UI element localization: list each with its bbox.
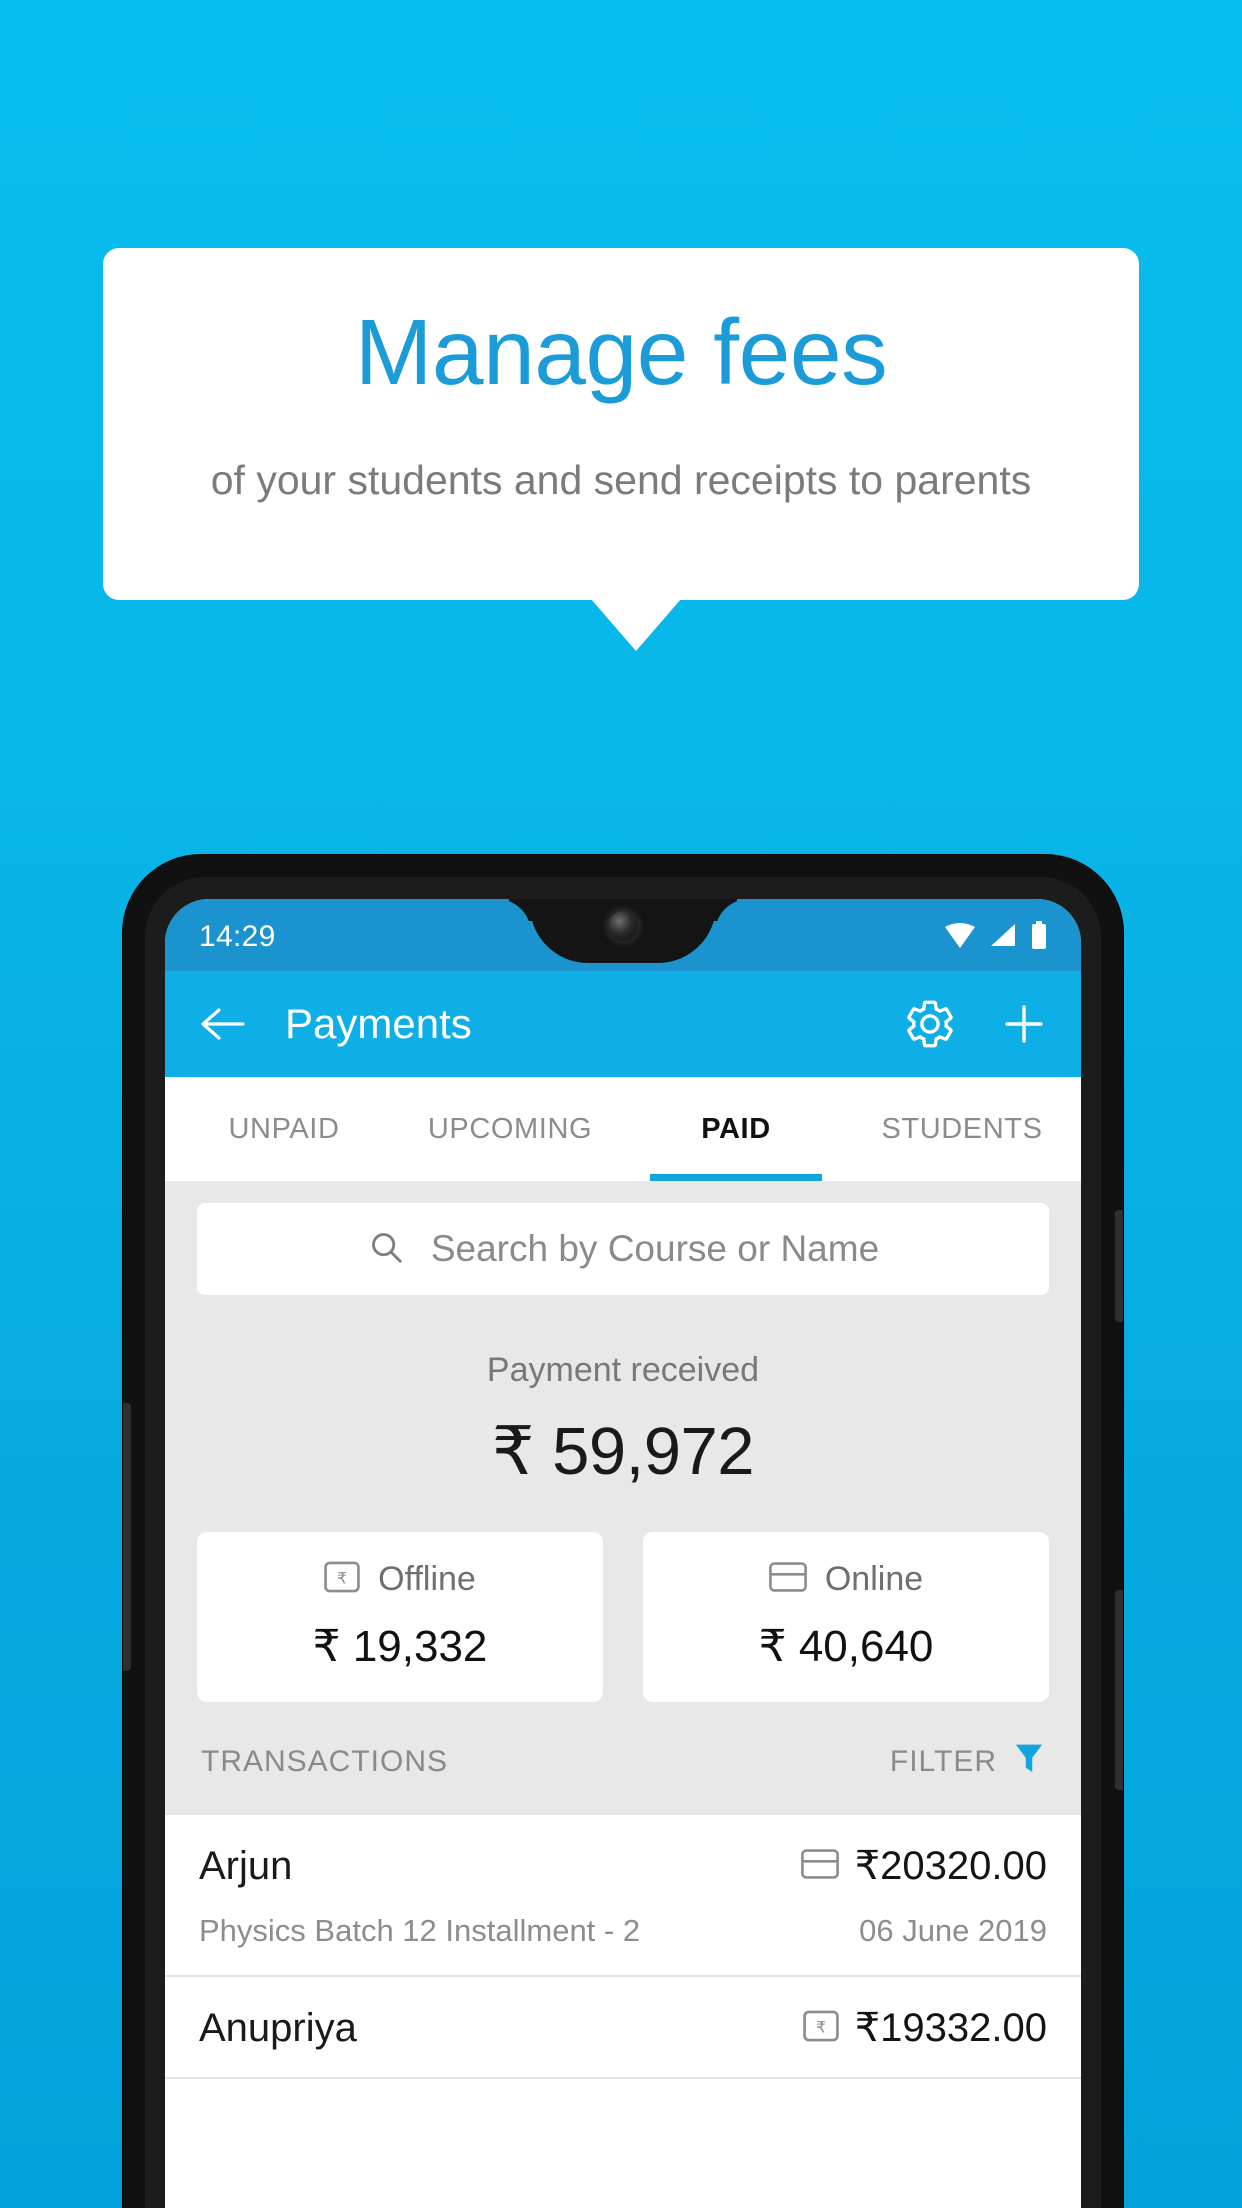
transaction-description: Physics Batch 12 Installment - 2 — [199, 1913, 641, 1948]
phone-mockup: 14:29 Payments UNPAID UPCOMING PAID STUD… — [123, 855, 1123, 2208]
breakdown-cards: ₹ Offline ₹ 19,332 Online ₹ 40,640 — [165, 1496, 1081, 1702]
phone-volume-button[interactable] — [1115, 1590, 1123, 1790]
summary-label: Payment received — [486, 1351, 760, 1389]
transaction-amount-group: ₹20320.00 — [800, 1843, 1047, 1889]
transactions-list: Arjun ₹20320.00 Physics Batch 12 Install… — [165, 1815, 1081, 2079]
transaction-primary-row: Arjun ₹20320.00 — [199, 1843, 1047, 1889]
filter-button[interactable]: FILTER — [890, 1742, 1045, 1781]
status-icons — [945, 920, 1047, 954]
offline-card[interactable]: ₹ Offline ₹ 19,332 — [197, 1532, 603, 1702]
back-button[interactable] — [199, 1006, 245, 1042]
wifi-icon — [945, 922, 975, 953]
content-area: Search by Course or Name Payment receive… — [165, 1181, 1081, 2079]
front-camera-icon — [608, 911, 638, 941]
search-input[interactable]: Search by Course or Name — [197, 1203, 1049, 1295]
svg-text:₹: ₹ — [337, 1570, 347, 1588]
tab-unpaid[interactable]: UNPAID — [171, 1077, 397, 1181]
filter-label: FILTER — [889, 1744, 997, 1778]
transaction-name: Anupriya — [199, 2005, 357, 2050]
table-row[interactable]: Arjun ₹20320.00 Physics Batch 12 Install… — [165, 1815, 1081, 1977]
tab-upcoming[interactable]: UPCOMING — [397, 1077, 623, 1181]
tab-students[interactable]: STUDENTS — [849, 1077, 1075, 1181]
transaction-amount: ₹19332.00 — [854, 2006, 1047, 2050]
promo-bubble: Manage fees of your students and send re… — [103, 248, 1139, 600]
transactions-title: TRANSACTIONS — [201, 1744, 449, 1778]
phone-assistant-button[interactable] — [123, 1403, 131, 1671]
transaction-amount-group: ₹ ₹19332.00 — [802, 2005, 1047, 2051]
phone-screen: 14:29 Payments UNPAID UPCOMING PAID STUD… — [165, 899, 1081, 2208]
tab-bar: UNPAID UPCOMING PAID STUDENTS — [165, 1077, 1081, 1181]
promo-subtitle: of your students and send receipts to pa… — [210, 457, 1032, 503]
search-section: Search by Course or Name — [165, 1181, 1081, 1323]
app-bar: Payments — [165, 971, 1081, 1077]
status-time: 14:29 — [199, 920, 276, 953]
promo-screenshot: Manage fees of your students and send re… — [0, 0, 1242, 2208]
transaction-secondary-row: Physics Batch 12 Installment - 2 06 June… — [199, 1913, 1047, 1949]
battery-icon — [1031, 920, 1047, 954]
summary-amount: ₹ 59,972 — [491, 1414, 755, 1489]
app-bar-title: Payments — [285, 1000, 472, 1047]
transaction-name: Arjun — [199, 1843, 293, 1888]
table-row[interactable]: Anupriya ₹ ₹19332.00 — [165, 1977, 1081, 2079]
phone-notch — [530, 899, 716, 963]
transaction-amount: ₹20320.00 — [854, 1844, 1047, 1888]
credit-card-icon — [768, 1562, 807, 1597]
phone-power-button[interactable] — [1115, 1210, 1123, 1322]
search-icon — [367, 1228, 405, 1271]
offline-card-head: ₹ Offline — [197, 1560, 603, 1599]
transactions-header: TRANSACTIONS FILTER — [165, 1702, 1081, 1815]
search-placeholder: Search by Course or Name — [430, 1228, 880, 1269]
offline-label: Offline — [378, 1560, 476, 1598]
cellular-signal-icon — [989, 922, 1017, 953]
promo-bubble-tail — [591, 599, 681, 651]
online-card-head: Online — [643, 1560, 1049, 1599]
svg-text:₹: ₹ — [816, 2018, 826, 2036]
promo-title: Manage fees — [354, 300, 888, 404]
payment-summary: Payment received ₹ 59,972 — [165, 1323, 1081, 1496]
credit-card-icon — [800, 1848, 839, 1884]
cash-receipt-icon: ₹ — [324, 1561, 360, 1598]
tab-paid[interactable]: PAID — [623, 1077, 849, 1181]
online-card[interactable]: Online ₹ 40,640 — [643, 1532, 1049, 1702]
transaction-primary-row: Anupriya ₹ ₹19332.00 — [199, 2005, 1047, 2051]
offline-amount: ₹ 19,332 — [312, 1622, 488, 1671]
status-bar: 14:29 — [165, 899, 1081, 971]
transaction-date: 06 June 2019 — [859, 1913, 1047, 1948]
plus-icon[interactable] — [1001, 1001, 1047, 1047]
gear-icon[interactable] — [903, 997, 957, 1051]
cash-receipt-icon: ₹ — [802, 2010, 839, 2047]
funnel-icon — [1013, 1742, 1045, 1781]
online-amount: ₹ 40,640 — [758, 1622, 934, 1671]
online-label: Online — [824, 1560, 924, 1598]
